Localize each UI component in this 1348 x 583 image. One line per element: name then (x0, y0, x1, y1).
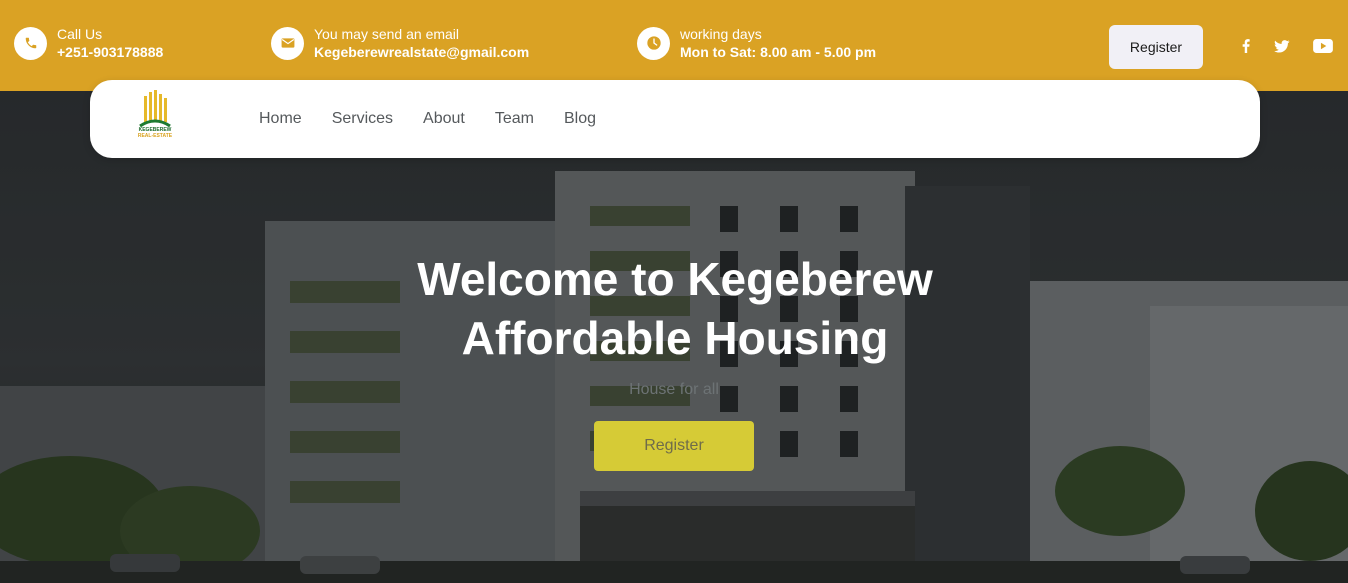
register-button-top[interactable]: Register (1109, 25, 1203, 69)
nav-about[interactable]: About (423, 110, 465, 128)
working-days-label: working days (680, 26, 762, 42)
email-block: You may send an email Kegeberewrealstate… (271, 25, 529, 61)
nav-services[interactable]: Services (332, 110, 393, 128)
nav-menu: Home Services About Team Blog (259, 110, 626, 128)
facebook-icon[interactable] (1239, 37, 1253, 55)
hero-register-button[interactable]: Register (594, 421, 754, 471)
mail-icon (271, 26, 304, 60)
nav-home[interactable]: Home (259, 110, 302, 128)
hero-title-line1: Welcome to Kegeberew (417, 253, 933, 305)
phone-number[interactable]: +251-903178888 (57, 43, 163, 61)
working-hours: Mon to Sat: 8.00 am - 5.00 pm (680, 44, 877, 60)
call-us-block: Call Us +251-903178888 (14, 25, 163, 61)
phone-icon (14, 26, 47, 60)
email-label: You may send an email (314, 26, 460, 42)
nav-team[interactable]: Team (495, 110, 534, 128)
hero-title-line2: Affordable Housing (461, 312, 889, 364)
email-address[interactable]: Kegeberewrealstate@gmail.com (314, 43, 529, 61)
main-navbar: KEGEBEREW REAL-ESTATE Home Services Abou… (90, 80, 1260, 158)
logo-caption: KEGEBEREW REAL-ESTATE (130, 127, 180, 139)
youtube-icon[interactable] (1312, 37, 1334, 55)
top-contact-bar: Call Us +251-903178888 You may send an e… (0, 0, 1348, 91)
logo-text-line2: REAL-ESTATE (137, 133, 173, 139)
working-days-block: working days Mon to Sat: 8.00 am - 5.00 … (637, 25, 876, 61)
nav-blog[interactable]: Blog (564, 110, 596, 128)
hero-subtitle: House for all (629, 381, 719, 398)
call-us-label: Call Us (57, 26, 103, 42)
clock-icon (637, 26, 670, 60)
hero-title: Welcome to Kegeberew Affordable Housing (330, 250, 1020, 368)
twitter-icon[interactable] (1272, 37, 1292, 55)
